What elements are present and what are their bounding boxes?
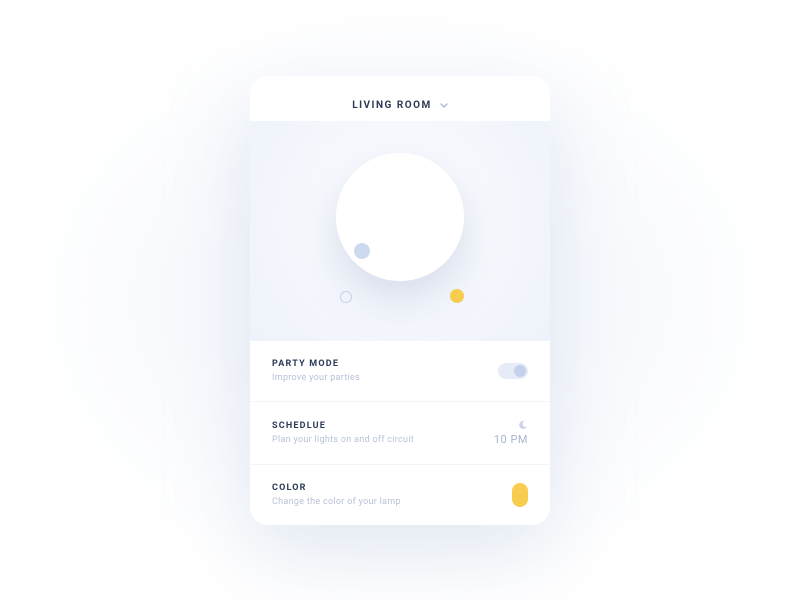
dial-area <box>250 121 550 341</box>
moon-icon <box>518 420 528 430</box>
range-min-marker <box>340 291 352 303</box>
party-mode-toggle[interactable] <box>498 363 528 379</box>
row-text: COLOR Change the color of your lamp <box>272 483 401 507</box>
row-title: PARTY MODE <box>272 359 360 369</box>
row-color[interactable]: COLOR Change the color of your lamp <box>250 465 550 525</box>
room-selector[interactable]: LIVING ROOM <box>250 76 550 121</box>
schedule-value: 10 PM <box>494 420 528 446</box>
toggle-knob <box>514 365 526 377</box>
color-swatch[interactable] <box>512 483 528 507</box>
room-label: LIVING ROOM <box>352 100 432 111</box>
device-card: LIVING ROOM PARTY MODE Improve your part… <box>250 76 550 525</box>
row-text: PARTY MODE Improve your parties <box>272 359 360 383</box>
row-subtitle: Change the color of your lamp <box>272 497 401 507</box>
row-text: SCHEDLUE Plan your lights on and off cir… <box>272 421 414 445</box>
row-schedule[interactable]: SCHEDLUE Plan your lights on and off cir… <box>250 402 550 465</box>
settings-list: PARTY MODE Improve your parties SCHEDLUE… <box>250 341 550 525</box>
row-title: SCHEDLUE <box>272 421 414 431</box>
dial-indicator <box>354 243 370 259</box>
range-max-marker <box>450 289 464 303</box>
row-subtitle: Improve your parties <box>272 373 360 383</box>
chevron-down-icon <box>440 101 448 109</box>
brightness-dial[interactable] <box>336 153 464 281</box>
row-subtitle: Plan your lights on and off circuit <box>272 435 414 445</box>
row-party-mode: PARTY MODE Improve your parties <box>250 341 550 402</box>
schedule-time: 10 PM <box>494 433 528 446</box>
row-title: COLOR <box>272 483 401 493</box>
